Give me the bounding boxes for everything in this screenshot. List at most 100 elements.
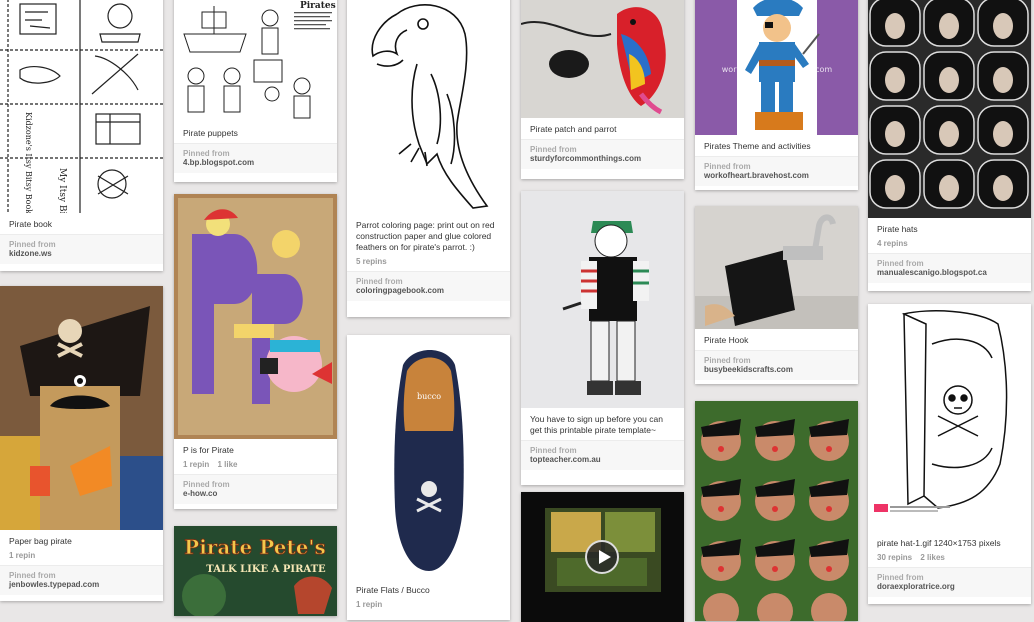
pin-source-link[interactable]: jenbowles.typepad.com (9, 580, 154, 589)
pin-card-parrot-coloring[interactable]: Parrot coloring page: print out on red c… (347, 0, 510, 317)
pin-image[interactable] (695, 401, 858, 621)
repin-count: 1 repin (356, 600, 383, 609)
pin-card-video[interactable] (521, 492, 684, 622)
pin-card-pirates-theme[interactable]: workofheart.bravehost.com Pirates Theme … (695, 0, 858, 190)
pin-card-pirate-hats[interactable]: Pirate hats 4 repins Pinned from manuale… (868, 0, 1031, 291)
patch-and-parrot-image (521, 0, 684, 118)
pin-stats: 1 repin (0, 551, 163, 565)
pin-stats: 30 repins 2 likes (868, 553, 1031, 567)
pinned-from-label: Pinned from (9, 240, 56, 249)
pirate-hook-image (695, 206, 858, 329)
pin-attribution[interactable]: Pinned from coloringpagebook.com (347, 271, 510, 301)
pin-image[interactable] (174, 194, 337, 439)
pin-image[interactable] (868, 304, 1031, 532)
p-is-for-pirate-image (174, 194, 337, 439)
pin-image[interactable]: Pirate Pete's TALK LIKE A PIRATE (174, 526, 337, 616)
pirate-hat-template-image (868, 304, 1031, 532)
pin-source-link[interactable]: doraexploratrice.org (877, 582, 1022, 591)
pinned-from-label: Pinned from (877, 259, 924, 268)
like-count: 2 likes (920, 553, 945, 562)
pin-image[interactable]: Pirates (174, 0, 337, 122)
pin-description: Pirate puppets (183, 128, 238, 138)
paper-bag-pirate-image (0, 286, 163, 530)
pirate-puppets-image: Pirates (174, 0, 337, 122)
repin-count: 1 repin (183, 460, 210, 469)
pirate-petes-book-image: Pirate Pete's TALK LIKE A PIRATE (174, 526, 337, 616)
pinned-from-label: Pinned from (183, 149, 230, 158)
pin-card-pirate-hat-gif[interactable]: pirate hat-1.gif 1240×1753 pixels 30 rep… (868, 304, 1031, 604)
pin-card-paper-bag-pirate[interactable]: Paper bag pirate 1 repin Pinned from jen… (0, 286, 163, 601)
pin-attribution[interactable]: Pinned from doraexploratrice.org (868, 567, 1031, 597)
pin-source-link[interactable]: coloringpagebook.com (356, 286, 501, 295)
svg-text:My Itsy Bitsy Pirate Book: My Itsy Bitsy Pirate Book (57, 168, 67, 213)
pin-description: Pirates Theme and activities (704, 141, 811, 151)
pin-description: P is for Pirate (183, 445, 234, 455)
like-count: 1 like (217, 460, 238, 469)
pin-source-link[interactable]: topteacher.com.au (530, 455, 675, 464)
pin-attribution[interactable]: Pinned from busybeekidscrafts.com (695, 350, 858, 380)
pin-description: pirate hat-1.gif 1240×1753 pixels (877, 538, 1001, 548)
pin-attribution[interactable]: Pinned from 4.bp.blogspot.com (174, 143, 337, 173)
pin-source-link[interactable]: sturdyforcommonthings.com (530, 154, 675, 163)
pin-source-link[interactable]: manualescanigo.blogspot.ca (877, 268, 1022, 277)
pin-card-pirate-petes-book[interactable]: Pirate Pete's TALK LIKE A PIRATE (174, 526, 337, 616)
pinned-from-label: Pinned from (183, 480, 230, 489)
pinned-from-label: Pinned from (530, 446, 577, 455)
pin-stats: 5 repins (347, 257, 510, 271)
pinned-from-label: Pinned from (877, 573, 924, 582)
pin-card-pirate-book[interactable]: Kidzone's Itsy Bitsy Book My Itsy Bitsy … (0, 0, 163, 271)
pin-attribution[interactable]: Pinned from manualescanigo.blogspot.ca (868, 253, 1031, 283)
printable-pirate-image (521, 191, 684, 408)
pin-stats: 1 repin 1 like (174, 460, 337, 474)
pin-image[interactable] (695, 206, 858, 329)
pin-card-pirate-faces[interactable] (695, 401, 858, 621)
pin-description: Parrot coloring page: print out on red c… (356, 220, 495, 252)
pin-image[interactable]: workofheart.bravehost.com (695, 0, 858, 135)
pinned-from-label: Pinned from (356, 277, 403, 286)
pin-source-link[interactable]: 4.bp.blogspot.com (183, 158, 328, 167)
pin-card-pirate-hook[interactable]: Pirate Hook Pinned from busybeekidscraft… (695, 206, 858, 384)
pin-attribution[interactable]: Pinned from workofheart.bravehost.com (695, 156, 858, 186)
pin-description: Paper bag pirate (9, 536, 72, 546)
pirates-theme-image: workofheart.bravehost.com (695, 0, 858, 135)
pin-card-p-is-for-pirate[interactable]: P is for Pirate 1 repin 1 like Pinned fr… (174, 194, 337, 509)
pin-stats: 4 repins (868, 239, 1031, 253)
pirate-book-image: Kidzone's Itsy Bitsy Book My Itsy Bitsy … (0, 0, 163, 213)
pin-description: Pirate hats (877, 224, 918, 234)
pin-image[interactable] (868, 0, 1031, 218)
pin-description: Pirate Flats / Bucco (356, 585, 430, 595)
pin-attribution[interactable]: Pinned from sturdyforcommonthings.com (521, 139, 684, 169)
pin-card-pirate-puppets[interactable]: Pirates Pirate puppets Pinned from 4.bp.… (174, 0, 337, 182)
shoe-brand-text: bucco (417, 392, 441, 401)
pin-image[interactable] (347, 0, 510, 214)
pin-source-link[interactable]: busybeekidscrafts.com (704, 365, 849, 374)
pinned-from-label: Pinned from (530, 145, 577, 154)
pin-stats: 1 repin (347, 600, 510, 614)
pin-image[interactable] (521, 492, 684, 622)
pin-description: Pirate Hook (704, 335, 749, 345)
pirate-faces-image (695, 401, 858, 621)
pin-source-link[interactable]: e-how.co (183, 489, 328, 498)
pin-source-link[interactable]: kidzone.ws (9, 249, 154, 258)
pin-card-printable-pirate[interactable]: You have to sign up before you can get t… (521, 191, 684, 485)
pin-image[interactable]: Kidzone's Itsy Bitsy Book My Itsy Bitsy … (0, 0, 163, 213)
pin-attribution[interactable]: Pinned from kidzone.ws (0, 234, 163, 264)
pin-image[interactable] (521, 191, 684, 408)
pin-card-patch-and-parrot[interactable]: Pirate patch and parrot Pinned from stur… (521, 0, 684, 179)
pinned-from-label: Pinned from (9, 571, 56, 580)
pinned-from-label: Pinned from (704, 356, 751, 365)
pin-card-pirate-flats[interactable]: bucco Pirate Flats / Bucco 1 repin (347, 335, 510, 620)
play-icon[interactable] (585, 540, 619, 574)
pin-image[interactable]: bucco (347, 335, 510, 579)
svg-text:Pirate Pete's: Pirate Pete's (184, 535, 326, 559)
pin-description: Pirate patch and parrot (530, 124, 617, 134)
pin-attribution[interactable]: Pinned from e-how.co (174, 474, 337, 504)
pin-image[interactable] (521, 0, 684, 118)
repin-count: 1 repin (9, 551, 36, 560)
pin-source-link[interactable]: workofheart.bravehost.com (704, 171, 849, 180)
parrot-coloring-image (347, 0, 510, 214)
pin-image[interactable] (0, 286, 163, 530)
pin-attribution[interactable]: Pinned from topteacher.com.au (521, 440, 684, 470)
svg-text:Kidzone's Itsy Bitsy Book: Kidzone's Itsy Bitsy Book (24, 112, 33, 213)
pin-attribution[interactable]: Pinned from jenbowles.typepad.com (0, 565, 163, 595)
